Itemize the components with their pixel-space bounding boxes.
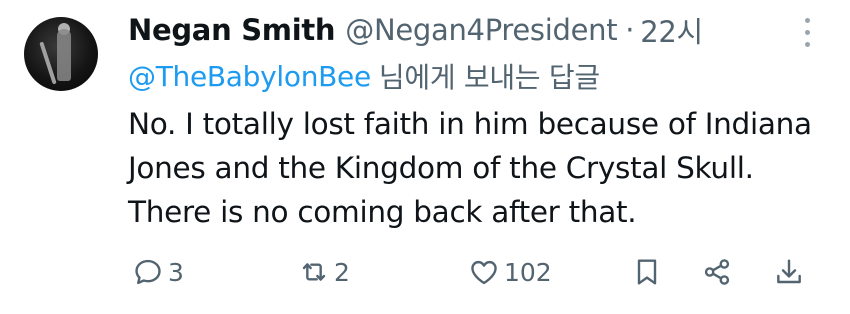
reply-to-suffix: 님에게 보내는 답글 [378,61,600,94]
like-count: 102 [504,257,552,287]
share-icon [704,259,730,285]
tweet-text-line: There is no coming back after that. [128,195,637,229]
action-bar: 3 2 102 [0,252,850,292]
more-dot [804,29,810,35]
avatar-figure-body [57,29,71,81]
avatar-figure-bat [39,41,57,85]
reply-button[interactable]: 3 [132,252,184,292]
more-dot [804,17,810,23]
display-name[interactable]: Negan Smith [128,13,336,47]
timestamp[interactable]: 22시 [640,9,703,51]
retweet-button[interactable]: 2 [298,252,350,292]
tweet[interactable]: Negan Smith @Negan4President · 22시 @TheB… [0,0,850,314]
retweet-count: 2 [334,257,350,287]
download-button[interactable] [773,252,805,292]
retweet-icon [302,263,326,281]
reply-context: @TheBabylonBee 님에게 보내는 답글 [128,56,600,96]
reply-to-mention[interactable]: @TheBabylonBee [128,60,371,93]
tweet-text-line: Jones and the Kingdom of the Crystal Sku… [128,151,754,185]
download-icon [777,259,801,284]
user-handle[interactable]: @Negan4President [345,13,617,47]
like-button[interactable]: 102 [468,252,552,292]
bookmark-button[interactable] [631,252,663,292]
tweet-header: Negan Smith @Negan4President · 22시 [128,8,790,52]
heart-icon [471,260,497,285]
avatar[interactable] [24,17,98,91]
reply-icon [135,259,161,285]
more-icon[interactable] [797,14,817,50]
more-dot [804,41,810,47]
bookmark-icon [637,259,657,285]
share-button[interactable] [701,252,733,292]
tweet-text: No. I totally lost faith in him because … [128,102,828,234]
tweet-text-line: No. I totally lost faith in him because … [128,107,812,141]
separator-dot: · [625,13,635,47]
reply-count: 3 [168,257,184,287]
